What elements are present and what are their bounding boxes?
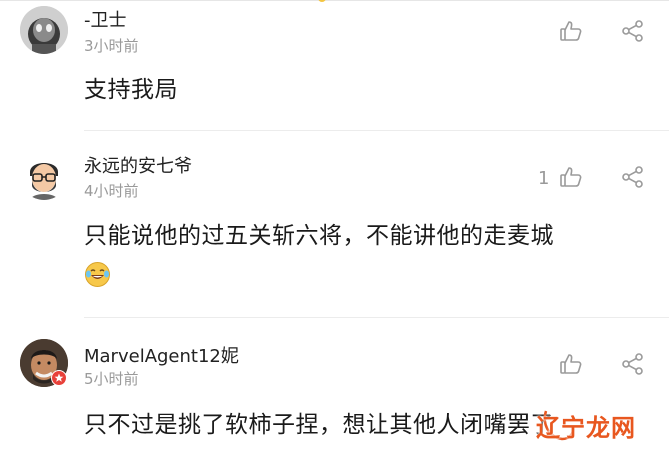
user-avatar[interactable] [20,152,68,200]
watermark-text: 辽宁龙网 [536,414,636,442]
comment-username[interactable]: -卫士 [84,6,127,32]
comment-timestamp: 3小时前 [84,37,139,55]
like-button[interactable] [558,351,584,377]
share-icon [622,20,643,42]
avatar-cartoon-icon [20,6,68,54]
thumbs-up-icon [560,21,582,41]
comment-timestamp: 4小时前 [84,182,139,200]
share-button[interactable] [620,18,646,44]
comment-username[interactable]: 永远的安七爷 [84,152,192,178]
comment-username[interactable]: MarvelAgent12妮 [84,342,239,368]
like-button[interactable] [558,18,584,44]
laughing-tears-emoji-icon [85,262,110,287]
thumbs-up-icon [560,167,582,187]
share-icon [622,353,643,375]
share-button[interactable] [620,351,646,377]
like-button[interactable] [558,164,584,190]
comment-text: 只不过是挑了软柿子捏，想让其他人闭嘴罢了 [84,412,554,438]
user-avatar[interactable] [20,6,68,54]
comment-timestamp: 5小时前 [84,370,139,388]
share-button[interactable] [620,164,646,190]
comment-text: 支持我局 [84,77,178,103]
comment-item: 永远的安七爷 4小时前 只能说他的过五关斩六将，不能讲他的走麦城 1 [0,130,669,317]
comment-text: 只能说他的过五关斩六将，不能讲他的走麦城 [84,223,554,249]
verified-badge-icon [51,370,67,386]
comment-item: -卫士 3小时前 支持我局 [0,0,669,130]
avatar-bearded-man-glasses-icon [20,152,68,200]
like-count: 1 [538,168,550,189]
thumbs-up-icon [560,354,582,374]
share-icon [622,166,643,188]
